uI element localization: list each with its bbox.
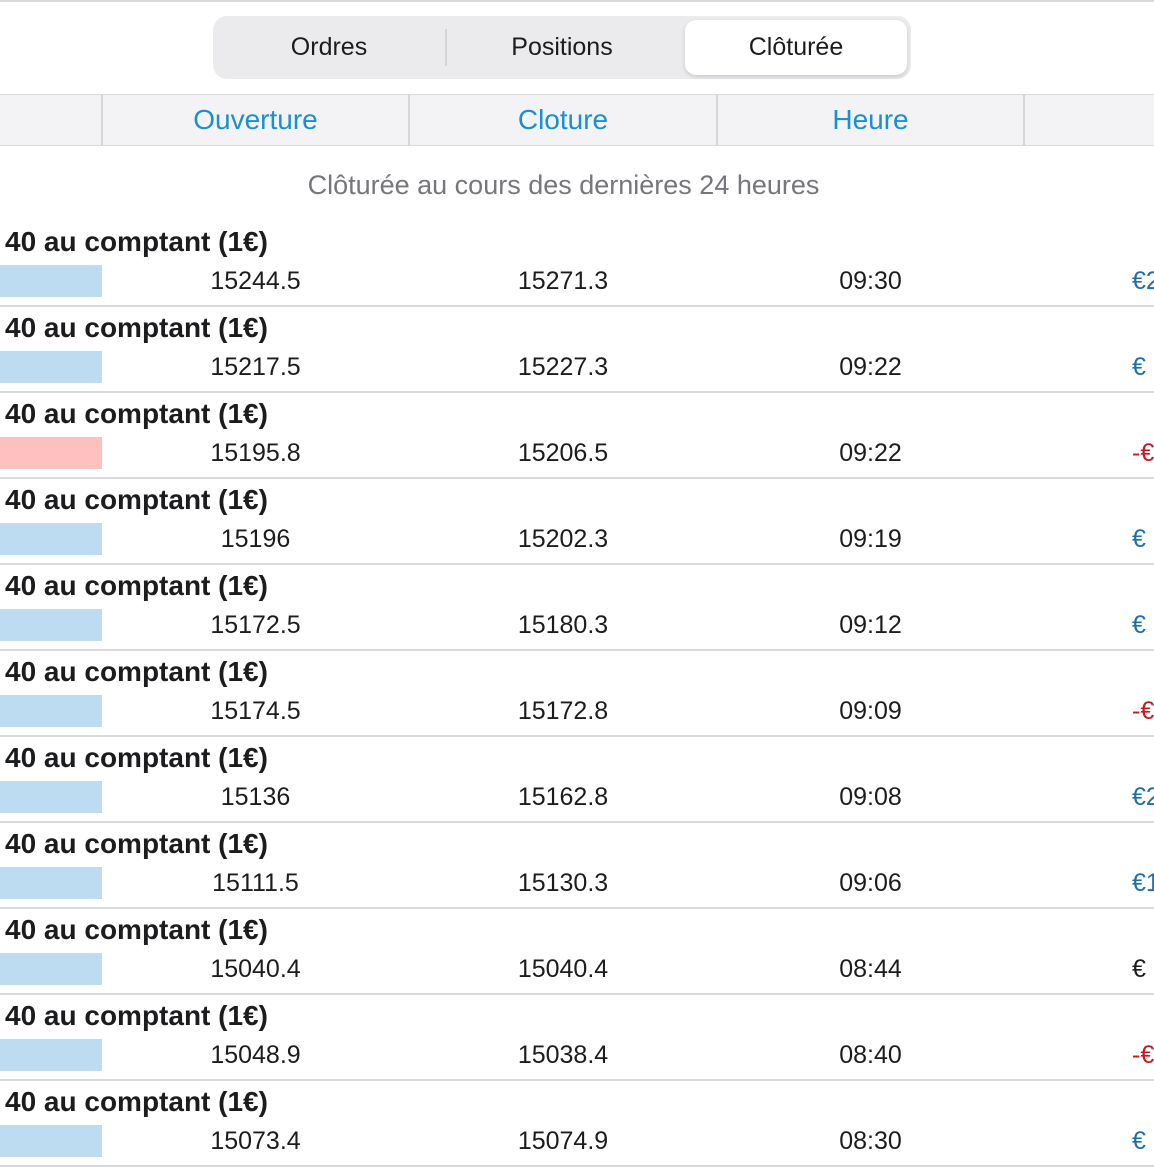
instrument-name: 40 au comptant (1€) <box>5 226 268 257</box>
close-price: 15206.5 <box>517 438 609 467</box>
closed-trades-list: 40 au comptant (1€) 15244.5 15271.3 09:30 €2… <box>0 221 1154 1167</box>
direction-indicator <box>0 523 102 555</box>
column-separator <box>1023 95 1025 145</box>
column-header-cloture[interactable]: Cloture <box>410 95 716 145</box>
direction-indicator <box>0 351 102 383</box>
instrument-name: 40 au comptant (1€) <box>5 656 268 687</box>
open-price: 15111.5 <box>212 868 299 897</box>
column-header-heure[interactable]: Heure <box>718 95 1023 145</box>
profit-loss: € <box>1132 954 1146 983</box>
close-price: 15130.3 <box>517 868 609 897</box>
table-row[interactable]: 40 au comptant (1€) 15136 15162.8 09:08 €2 <box>0 737 1154 823</box>
direction-indicator <box>0 609 102 641</box>
close-time: 09:22 <box>839 352 902 381</box>
direction-indicator <box>0 781 102 813</box>
profit-loss: -€ <box>1132 1040 1154 1069</box>
close-time: 08:40 <box>839 1040 902 1069</box>
close-time: 09:30 <box>839 266 902 295</box>
table-row[interactable]: 40 au comptant (1€) 15172.5 15180.3 09:12 € <box>0 565 1154 651</box>
table-row[interactable]: 40 au comptant (1€) 15174.5 15172.8 09:09 -€ <box>0 651 1154 737</box>
open-price: 15217.5 <box>210 352 301 381</box>
close-price: 15227.3 <box>517 352 609 381</box>
instrument-name: 40 au comptant (1€) <box>5 484 268 515</box>
instrument-name: 40 au comptant (1€) <box>5 1000 268 1031</box>
profit-loss: € <box>1132 352 1146 381</box>
instrument-name: 40 au comptant (1€) <box>5 398 268 429</box>
open-price: 15174.5 <box>210 696 301 725</box>
close-time: 09:12 <box>839 610 902 639</box>
top-divider <box>0 0 1154 2</box>
close-time: 09:09 <box>839 696 902 725</box>
close-time: 09:22 <box>839 438 902 467</box>
close-time: 09:08 <box>839 782 902 811</box>
profit-loss: -€ <box>1132 696 1154 725</box>
close-time: 08:44 <box>839 954 902 983</box>
tab-positions[interactable]: Positions <box>446 16 678 79</box>
instrument-name: 40 au comptant (1€) <box>5 914 268 945</box>
direction-indicator <box>0 265 102 297</box>
tab-cloturee[interactable]: Clôturée <box>685 20 907 75</box>
open-price: 15136 <box>220 782 291 811</box>
profit-loss: € <box>1132 524 1146 553</box>
profit-loss: €1 <box>1132 868 1154 897</box>
direction-indicator <box>0 953 102 985</box>
open-price: 15040.4 <box>210 954 301 983</box>
column-header-bar: Ouverture Cloture Heure <box>0 94 1154 146</box>
table-row[interactable]: 40 au comptant (1€) 15244.5 15271.3 09:30 €2 <box>0 221 1154 307</box>
table-row[interactable]: 40 au comptant (1€) 15040.4 15040.4 08:44 € <box>0 909 1154 995</box>
close-price: 15074.9 <box>517 1126 609 1155</box>
close-price: 15162.8 <box>517 782 609 811</box>
direction-indicator <box>0 437 102 469</box>
direction-indicator <box>0 867 102 899</box>
segmented-control: Ordres Positions Clôturée <box>213 16 911 79</box>
close-time: 09:19 <box>839 524 902 553</box>
tab-ordres[interactable]: Ordres <box>213 16 445 79</box>
open-price: 15244.5 <box>210 266 301 295</box>
section-title: Clôturée au cours des dernières 24 heure… <box>307 169 820 200</box>
close-price: 15202.3 <box>517 524 609 553</box>
direction-indicator <box>0 1125 102 1157</box>
instrument-name: 40 au comptant (1€) <box>5 742 268 773</box>
instrument-name: 40 au comptant (1€) <box>5 312 268 343</box>
instrument-name: 40 au comptant (1€) <box>5 828 268 859</box>
profit-loss: €2 <box>1132 782 1154 811</box>
close-time: 08:30 <box>839 1126 902 1155</box>
table-row[interactable]: 40 au comptant (1€) 15195.8 15206.5 09:22 -€ <box>0 393 1154 479</box>
table-row[interactable]: 40 au comptant (1€) 15073.4 15074.9 08:30 € <box>0 1081 1154 1167</box>
open-price: 15073.4 <box>210 1126 301 1155</box>
direction-indicator <box>0 695 102 727</box>
table-row[interactable]: 40 au comptant (1€) 15196 15202.3 09:19 € <box>0 479 1154 565</box>
open-price: 15195.8 <box>210 438 301 467</box>
close-price: 15180.3 <box>517 610 609 639</box>
table-row[interactable]: 40 au comptant (1€) 15217.5 15227.3 09:22 € <box>0 307 1154 393</box>
open-price: 15048.9 <box>210 1040 301 1069</box>
instrument-name: 40 au comptant (1€) <box>5 1086 268 1117</box>
column-header-ouverture[interactable]: Ouverture <box>103 95 408 145</box>
table-row[interactable]: 40 au comptant (1€) 15048.9 15038.4 08:40 -€ <box>0 995 1154 1081</box>
profit-loss: € <box>1132 610 1146 639</box>
close-time: 09:06 <box>839 868 902 897</box>
close-price: 15172.8 <box>517 696 609 725</box>
profit-loss: € <box>1132 1126 1146 1155</box>
table-row[interactable]: 40 au comptant (1€) 15111.5 15130.3 09:06 €1 <box>0 823 1154 909</box>
open-price: 15196 <box>220 524 291 553</box>
close-price: 15271.3 <box>517 266 609 295</box>
direction-indicator <box>0 1039 102 1071</box>
open-price: 15172.5 <box>210 610 301 639</box>
close-price: 15038.4 <box>517 1040 609 1069</box>
profit-loss: -€ <box>1132 438 1154 467</box>
instrument-name: 40 au comptant (1€) <box>5 570 268 601</box>
close-price: 15040.4 <box>517 954 609 983</box>
profit-loss: €2 <box>1132 266 1154 295</box>
